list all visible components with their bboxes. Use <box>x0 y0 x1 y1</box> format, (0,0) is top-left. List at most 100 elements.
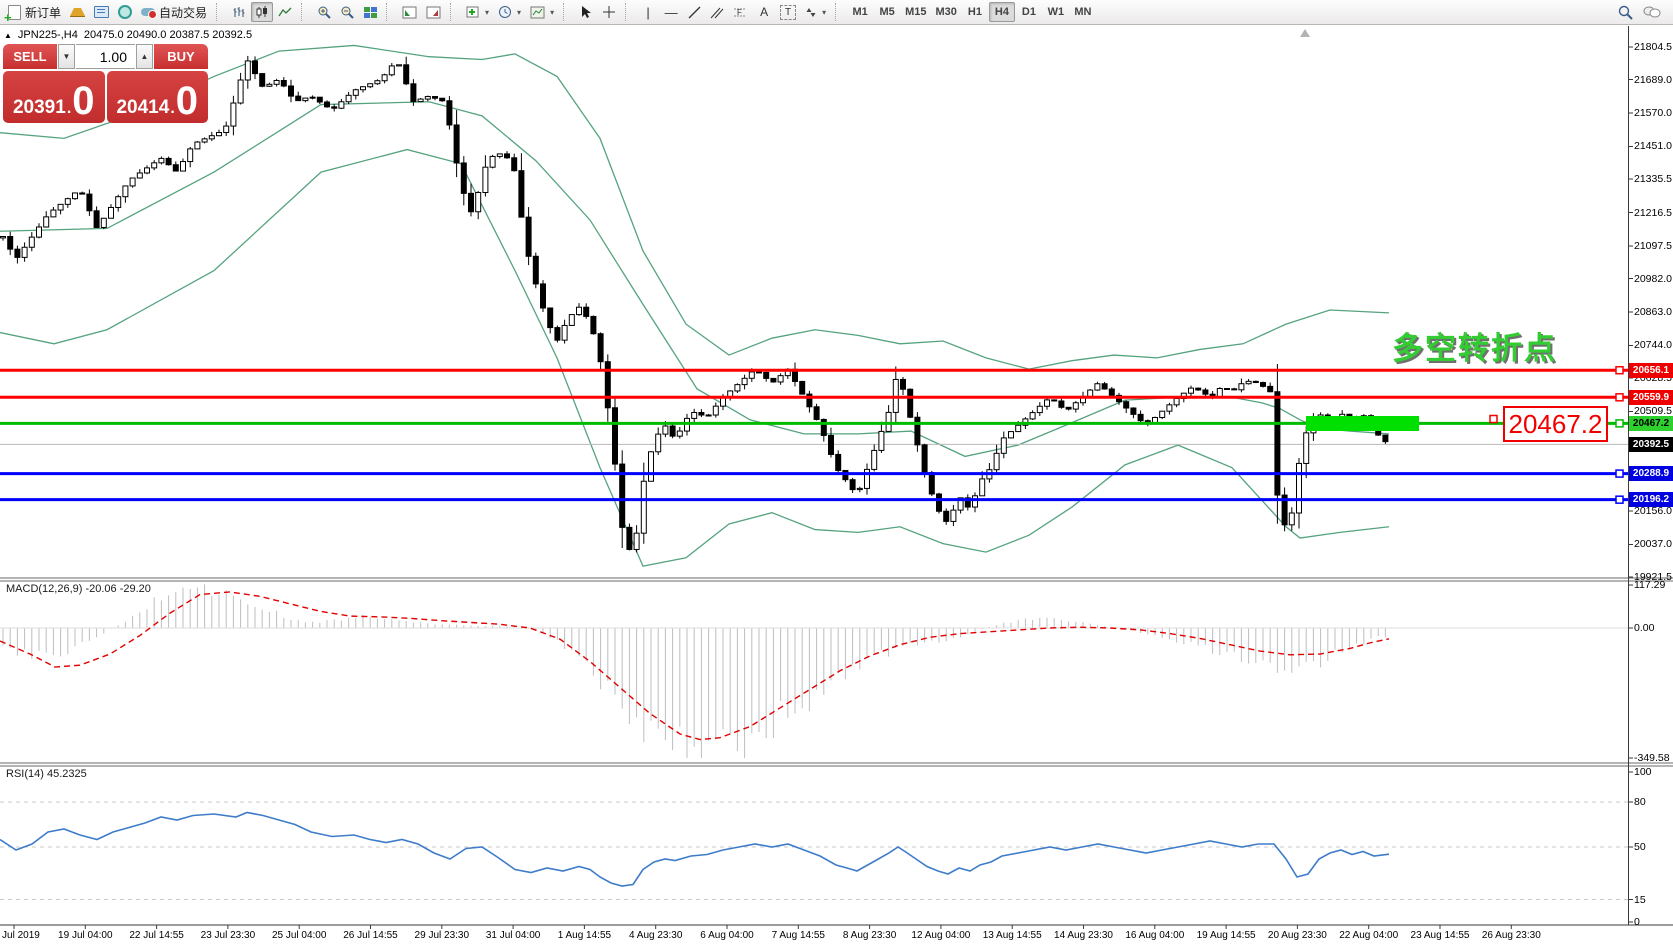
line-anchor-handle[interactable] <box>1616 394 1623 401</box>
buy-button[interactable]: BUY <box>154 44 208 69</box>
chart-title: ▲ JPN225-,H4 20475.0 20490.0 20387.5 203… <box>4 29 252 41</box>
line-chart-icon <box>278 6 292 19</box>
new-order-button[interactable]: + 新订单 <box>4 2 65 22</box>
timeframe-button-h1[interactable]: H1 <box>962 2 988 22</box>
signals-button[interactable] <box>114 2 136 22</box>
template-icon <box>530 6 545 19</box>
line-chart-button[interactable] <box>274 2 296 22</box>
arrows-dropdown[interactable]: ▾ <box>801 2 830 22</box>
horizontal-line-icon: — <box>665 6 678 19</box>
time-tick-label: 13 Aug 14:55 <box>983 930 1042 941</box>
gold-ingot-icon <box>70 8 85 16</box>
auto-arrange-button[interactable] <box>398 2 421 22</box>
price-badge: 20656.1 <box>1629 363 1673 378</box>
chevron-down-icon: ▾ <box>822 8 826 17</box>
chat-icon[interactable] <box>1643 5 1661 19</box>
autotrading-button[interactable]: 自动交易 <box>137 2 211 22</box>
line-anchor-handle[interactable] <box>1616 496 1623 503</box>
sell-price-big-digit: 0 <box>72 85 94 118</box>
template-dropdown[interactable]: ▾ <box>526 2 558 22</box>
volume-up-button[interactable]: ▲ <box>136 44 153 69</box>
vertical-line-tool[interactable]: | <box>637 2 659 22</box>
chevron-down-icon: ▾ <box>517 8 521 17</box>
green-rectangle-object[interactable] <box>1306 416 1419 431</box>
time-tick-label: 4 Aug 23:30 <box>629 930 682 941</box>
rsi-tick-label: 0 <box>1634 916 1640 928</box>
time-tick-label: 6 Aug 04:00 <box>700 930 753 941</box>
sell-button[interactable]: SELL <box>3 44 57 69</box>
market-watch-button[interactable] <box>66 2 89 22</box>
text-label-icon: T <box>780 5 796 20</box>
crosshair-icon <box>602 5 616 19</box>
horizontal-line-tool[interactable]: — <box>660 2 682 22</box>
timeframe-button-h4[interactable]: H4 <box>989 2 1015 22</box>
arrows-icon <box>805 6 817 19</box>
timeframe-button-m30[interactable]: M30 <box>932 2 961 22</box>
time-tick-label: 20 Aug 23:30 <box>1268 930 1327 941</box>
sell-price-main: 20391 <box>13 98 66 118</box>
price-badge: 20467.2 <box>1629 416 1673 431</box>
bar-chart-button[interactable] <box>228 2 250 22</box>
volume-down-button[interactable]: ▼ <box>58 44 75 69</box>
arrange-right-icon <box>426 6 441 19</box>
sell-price-display[interactable]: 20391.0 <box>3 71 105 123</box>
timeframe-button-d1[interactable]: D1 <box>1016 2 1042 22</box>
bollinger-upper-band <box>0 45 1389 369</box>
timeframe-button-w1[interactable]: W1 <box>1043 2 1069 22</box>
cursor-icon <box>580 5 592 19</box>
price-callout-label[interactable]: 20467.2 <box>1503 406 1608 442</box>
zoom-out-button[interactable] <box>336 2 358 22</box>
price-badge: 20196.2 <box>1629 492 1673 507</box>
zoom-in-button[interactable] <box>313 2 335 22</box>
fibonacci-tool[interactable]: F <box>729 2 752 22</box>
price-tick-label: 21451.0 <box>1634 140 1672 152</box>
time-tick-label: 22 Jul 14:55 <box>129 930 184 941</box>
macd-histogram <box>3 584 1385 758</box>
chart-canvas[interactable] <box>0 0 1673 947</box>
timeframe-button-m1[interactable]: M1 <box>847 2 873 22</box>
text-label-tool[interactable]: T <box>776 2 800 22</box>
macd-tick-label: 117.29 <box>1634 579 1665 591</box>
chart-shift-marker[interactable] <box>1300 29 1310 37</box>
channel-tool[interactable] <box>706 2 728 22</box>
new-chart-icon <box>466 6 480 19</box>
price-tick-label: 21097.5 <box>1634 240 1672 252</box>
buy-price-display[interactable]: 20414.0 <box>107 71 209 123</box>
time-tick-label: 25 Jul 04:00 <box>272 930 327 941</box>
rsi-tick-label: 80 <box>1634 796 1646 808</box>
macd-tick-label: -349.58 <box>1634 752 1670 764</box>
buy-price-point: . <box>170 100 174 118</box>
rsi-tick-label: 100 <box>1634 766 1652 778</box>
chart-shift-button[interactable] <box>422 2 445 22</box>
volume-input[interactable]: 1.00 <box>76 44 135 69</box>
line-anchor-handle[interactable] <box>1616 470 1623 477</box>
chevron-down-icon: ▾ <box>550 8 554 17</box>
rsi-tick-label: 50 <box>1634 841 1646 853</box>
timeframe-button-m5[interactable]: M5 <box>874 2 900 22</box>
timeframe-button-mn[interactable]: MN <box>1070 2 1096 22</box>
trendline-tool[interactable] <box>683 2 705 22</box>
line-anchor-handle[interactable] <box>1616 420 1623 427</box>
terminal-button[interactable] <box>90 2 113 22</box>
monitor-icon <box>94 6 109 18</box>
cursor-tool-button[interactable] <box>575 2 597 22</box>
toolbar-separator <box>835 3 843 21</box>
text-tool[interactable]: A <box>753 2 775 22</box>
candlestick-button[interactable] <box>251 2 273 22</box>
timeframe-button-m15[interactable]: M15 <box>901 2 930 22</box>
price-tick-label: 20982.0 <box>1634 273 1672 285</box>
tile-windows-button[interactable] <box>359 2 381 22</box>
crosshair-tool-button[interactable] <box>598 2 620 22</box>
time-tick-label: 14 Aug 23:30 <box>1054 930 1113 941</box>
toolbar: + 新订单 自动交易 ▾ ▾ ▾ <box>0 0 1673 25</box>
line-anchor-handle[interactable] <box>1616 367 1623 374</box>
new-chart-dropdown[interactable]: ▾ <box>462 2 493 22</box>
period-dropdown[interactable]: ▾ <box>494 2 525 22</box>
collapse-triangle-icon[interactable]: ▲ <box>4 31 12 40</box>
trendline-icon <box>688 6 701 19</box>
toolbar-separator <box>216 3 224 21</box>
price-tick-label: 21804.5 <box>1634 41 1672 53</box>
search-icon[interactable] <box>1618 5 1633 20</box>
callout-anchor-handle[interactable] <box>1490 416 1497 423</box>
annotation-text[interactable]: 多空转折点 <box>1392 323 1557 368</box>
